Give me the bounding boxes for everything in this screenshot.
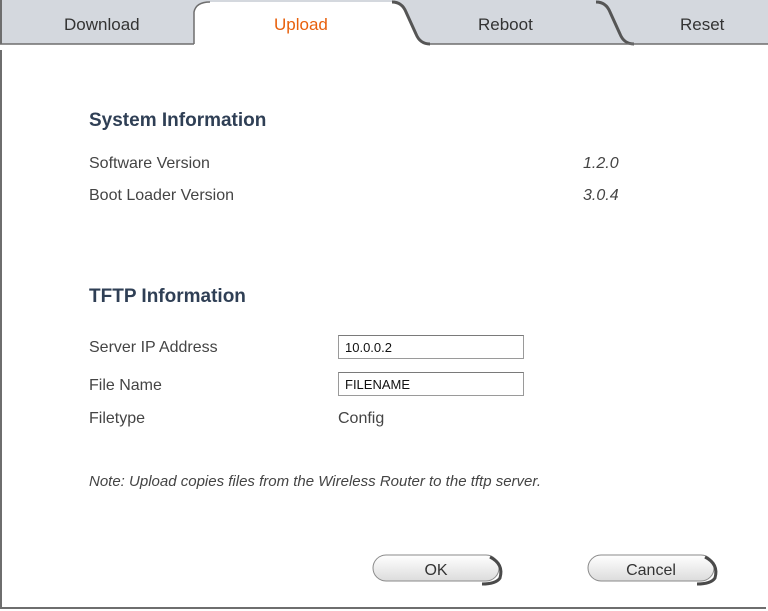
software-version-value: 1.2.0 (583, 155, 619, 172)
cancel-button[interactable]: Cancel (587, 554, 727, 588)
tab-reset[interactable]: Reset (680, 15, 724, 35)
boot-loader-version-label: Boot Loader Version (89, 187, 234, 204)
system-information-title: System Information (89, 110, 267, 131)
software-version-label: Software Version (89, 155, 210, 172)
tftp-information-title: TFTP Information (89, 286, 246, 307)
tab-upload[interactable]: Upload (274, 15, 328, 35)
filetype-value: Config (338, 410, 385, 427)
file-name-input[interactable] (338, 372, 524, 396)
ok-button[interactable]: OK (372, 554, 512, 588)
tab-reboot[interactable]: Reboot (478, 15, 533, 35)
file-name-label: File Name (89, 377, 162, 394)
cancel-button-label: Cancel (626, 562, 676, 579)
boot-loader-version-value: 3.0.4 (583, 187, 619, 204)
server-ip-input[interactable] (338, 335, 524, 359)
filetype-label: Filetype (89, 410, 146, 427)
upload-note: Note: Upload copies files from the Wirel… (89, 473, 541, 490)
ok-button-label: OK (424, 562, 448, 579)
server-ip-label: Server IP Address (89, 339, 218, 356)
tab-bar: Download Upload Reboot Reset (0, 0, 768, 50)
tab-download[interactable]: Download (64, 15, 140, 35)
